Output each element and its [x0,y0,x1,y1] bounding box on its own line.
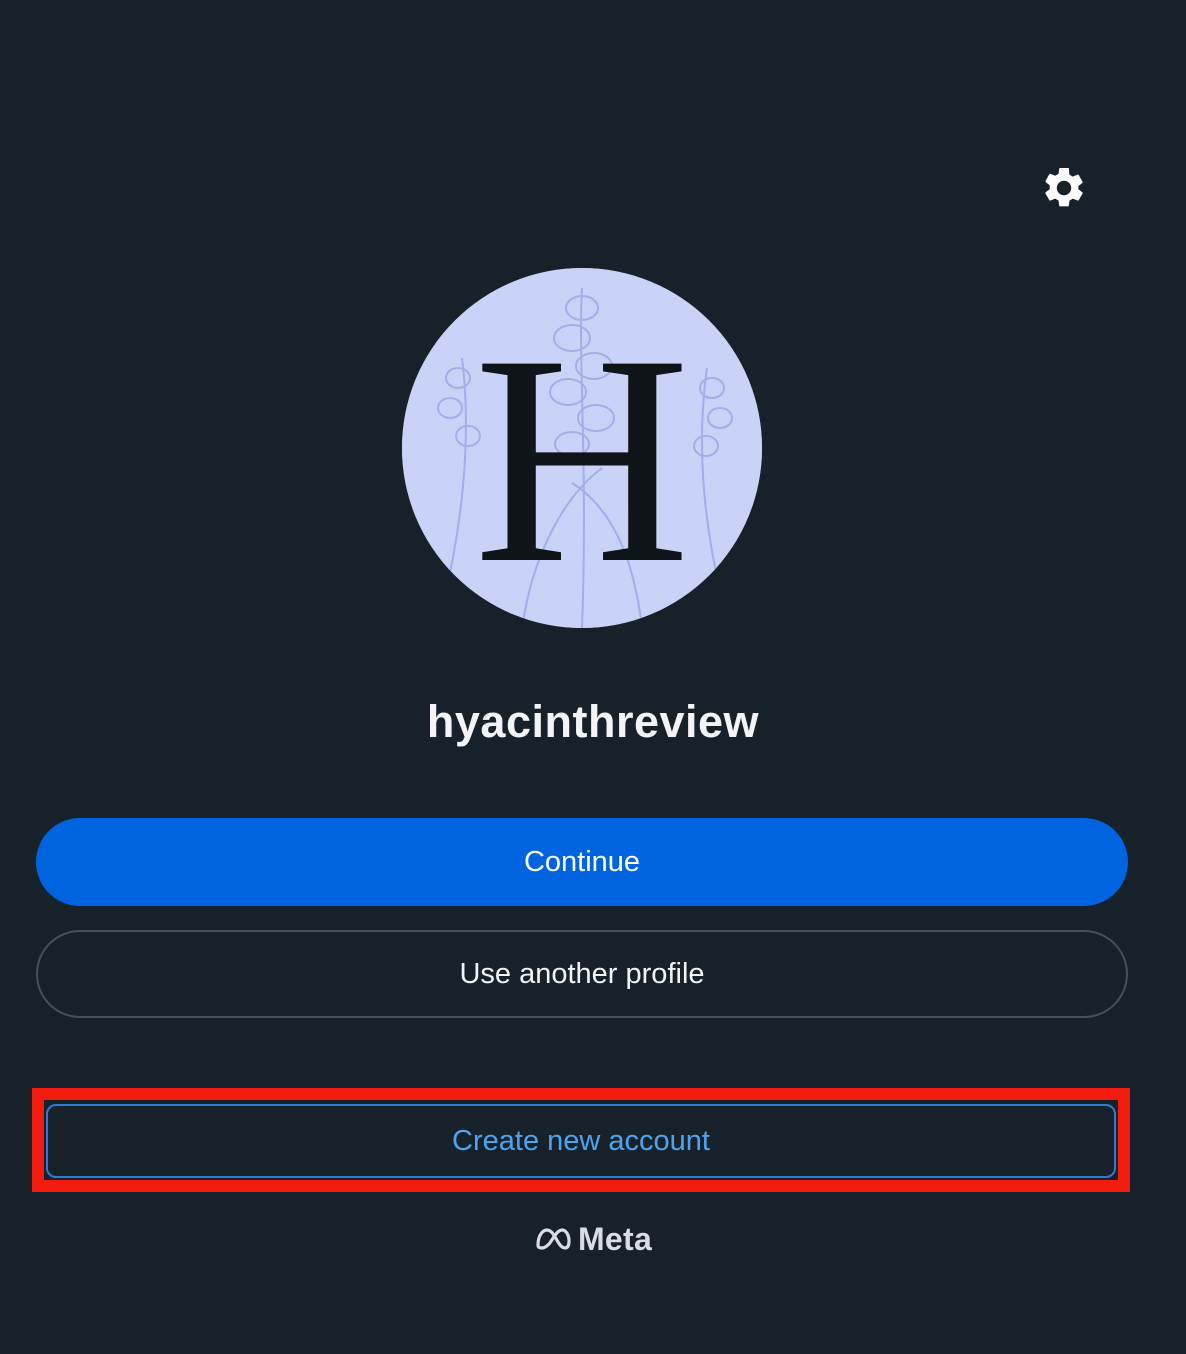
create-new-account-label: Create new account [452,1124,710,1157]
meta-wordmark: Meta [577,1220,653,1257]
settings-button[interactable] [1038,162,1090,214]
continue-label: Continue [523,845,641,878]
meta-infinity-icon [536,1228,571,1250]
avatar-letter: H [474,293,691,625]
profile-avatar: H [402,268,762,628]
gear-icon [1045,167,1083,207]
login-screen: H hyacinthreview Continue Use another pr… [0,0,1186,1354]
create-new-account-button[interactable]: Create new account [46,1104,1116,1178]
meta-logo: Meta [0,1214,1186,1264]
continue-button[interactable]: Continue [36,818,1128,906]
use-another-profile-label: Use another profile [459,957,705,990]
use-another-profile-button[interactable]: Use another profile [36,930,1128,1018]
username: hyacinthreview [426,696,760,747]
